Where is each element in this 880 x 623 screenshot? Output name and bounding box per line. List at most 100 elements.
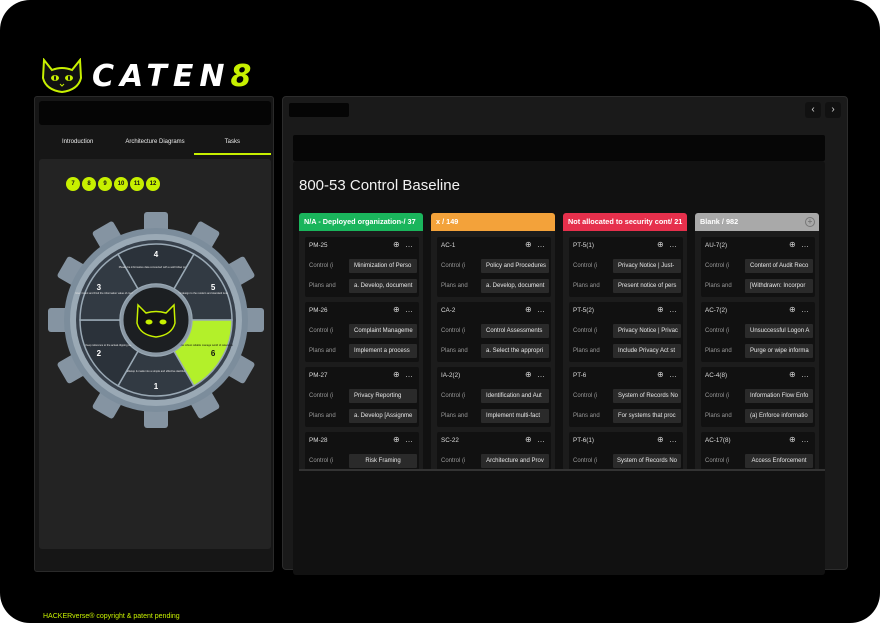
control-row: Control (i Unsuccessful Logon A: [705, 324, 813, 338]
app-window: CATEN8 Introduction Architecture Diagram…: [26, 44, 852, 620]
add-card-icon[interactable]: +: [805, 217, 815, 227]
control-card[interactable]: PT-5(2) ⊕ … Control (i Privacy Notice | Priv…: [569, 302, 683, 362]
tab-introduction[interactable]: Introduction: [39, 133, 116, 155]
plans-field[interactable]: a. Select the appropri: [481, 344, 549, 358]
window-frame: CATEN8 Introduction Architecture Diagram…: [0, 0, 880, 623]
control-name-field[interactable]: Policy and Procedures: [481, 259, 549, 273]
control-name-field[interactable]: Privacy Notice | Just-: [613, 259, 681, 273]
control-name-field[interactable]: Information Flow Enfo: [745, 389, 813, 403]
control-card[interactable]: AC-1 ⊕ … Control (i Policy and Procedures Pla…: [437, 237, 551, 297]
next-arrow-button[interactable]: ›: [825, 102, 841, 118]
control-card[interactable]: AC-4(8) ⊕ … Control (i Information Flow Enfo…: [701, 367, 815, 427]
control-card[interactable]: PM-25 ⊕ … Control (i Minimization of Perso Pl…: [305, 237, 419, 297]
more-options-icon[interactable]: …: [669, 305, 677, 314]
add-comment-icon[interactable]: ⊕: [789, 435, 796, 444]
control-card[interactable]: PM-27 ⊕ … Control (i Privacy Reporting Plans …: [305, 367, 419, 427]
plans-field[interactable]: For systems that proc: [613, 409, 681, 423]
control-card[interactable]: PM-26 ⊕ … Control (i Complaint Manageme Plans…: [305, 302, 419, 362]
control-name-field[interactable]: Architecture and Prov: [481, 454, 549, 468]
add-comment-icon[interactable]: ⊕: [789, 305, 796, 314]
control-name-field[interactable]: Minimization of Perso: [349, 259, 417, 273]
control-card[interactable]: PM-28 ⊕ … Control (i Risk Framing: [305, 432, 419, 469]
more-options-icon[interactable]: …: [801, 370, 809, 379]
control-name-field[interactable]: Unsuccessful Logon A: [745, 324, 813, 338]
add-comment-icon[interactable]: ⊕: [657, 435, 664, 444]
tab-tasks[interactable]: Tasks: [193, 133, 271, 155]
control-card[interactable]: PT-6 ⊕ … Control (i System of Records No Plan…: [569, 367, 683, 427]
step-dot[interactable]: 9: [98, 177, 112, 191]
add-comment-icon[interactable]: ⊕: [393, 240, 400, 249]
field-label: Plans and: [441, 283, 468, 289]
plans-field[interactable]: a. Develop [Assignme: [349, 409, 417, 423]
control-name-field[interactable]: Complaint Manageme: [349, 324, 417, 338]
control-card[interactable]: PT-6(1) ⊕ … Control (i System of Records No: [569, 432, 683, 469]
add-comment-icon[interactable]: ⊕: [393, 370, 400, 379]
more-options-icon[interactable]: …: [801, 240, 809, 249]
column-header[interactable]: Blank / 982 +: [695, 213, 819, 231]
control-name-field[interactable]: Privacy Notice | Privac: [613, 324, 681, 338]
more-options-icon[interactable]: …: [537, 370, 545, 379]
add-comment-icon[interactable]: ⊕: [789, 370, 796, 379]
add-comment-icon[interactable]: ⊕: [525, 370, 532, 379]
plans-field[interactable]: Include Privacy Act st: [613, 344, 681, 358]
plans-field[interactable]: Present notice of pers: [613, 279, 681, 293]
control-card[interactable]: AC-7(2) ⊕ … Control (i Unsuccessful Logon A P…: [701, 302, 815, 362]
add-comment-icon[interactable]: ⊕: [525, 305, 532, 314]
add-comment-icon[interactable]: ⊕: [789, 240, 796, 249]
plans-field[interactable]: Implement a process: [349, 344, 417, 358]
control-name-field[interactable]: Risk Framing: [349, 454, 417, 468]
segment-number: 5: [211, 283, 216, 292]
step-dot[interactable]: 10: [114, 177, 128, 191]
control-card[interactable]: AC-17(8) ⊕ … Control (i Access Enforcement: [701, 432, 815, 469]
field-label: Control (i: [573, 328, 598, 334]
add-comment-icon[interactable]: ⊕: [393, 305, 400, 314]
add-comment-icon[interactable]: ⊕: [525, 240, 532, 249]
control-name-field[interactable]: System of Records No: [613, 454, 681, 468]
control-name-field[interactable]: Control Assessments: [481, 324, 549, 338]
more-options-icon[interactable]: …: [405, 435, 413, 444]
control-card[interactable]: CA-2 ⊕ … Control (i Control Assessments Plans…: [437, 302, 551, 362]
more-options-icon[interactable]: …: [669, 435, 677, 444]
more-options-icon[interactable]: …: [537, 435, 545, 444]
more-options-icon[interactable]: …: [405, 305, 413, 314]
add-comment-icon[interactable]: ⊕: [657, 240, 664, 249]
plans-field[interactable]: [Withdrawn: Incorpor: [745, 279, 813, 293]
column-header[interactable]: N/A - Deployed organization-/ 37: [299, 213, 423, 231]
field-label: Control (i: [309, 328, 334, 334]
more-options-icon[interactable]: …: [405, 240, 413, 249]
more-options-icon[interactable]: …: [801, 435, 809, 444]
plans-field[interactable]: Purge or wipe informa: [745, 344, 813, 358]
plans-field[interactable]: Implement multi-fact: [481, 409, 549, 423]
control-name-field[interactable]: Privacy Reporting: [349, 389, 417, 403]
prev-arrow-button[interactable]: ‹: [805, 102, 821, 118]
control-card[interactable]: AU-7(2) ⊕ … Control (i Content of Audit Reco…: [701, 237, 815, 297]
more-options-icon[interactable]: …: [669, 240, 677, 249]
control-name-field[interactable]: System of Records No: [613, 389, 681, 403]
plans-field[interactable]: (a) Enforce informatio: [745, 409, 813, 423]
step-dot[interactable]: 8: [82, 177, 96, 191]
column-header[interactable]: Not allocated to security cont/ 21: [563, 213, 687, 231]
step-dot[interactable]: 12: [146, 177, 160, 191]
control-name-field[interactable]: Access Enforcement: [745, 454, 813, 468]
add-comment-icon[interactable]: ⊕: [525, 435, 532, 444]
plans-field[interactable]: a. Develop, document: [349, 279, 417, 293]
column-header[interactable]: x / 149: [431, 213, 555, 231]
more-options-icon[interactable]: …: [537, 240, 545, 249]
plans-field[interactable]: a. Develop, document: [481, 279, 549, 293]
more-options-icon[interactable]: …: [669, 370, 677, 379]
right-top-tab[interactable]: [289, 103, 349, 117]
control-card[interactable]: IA-2(2) ⊕ … Control (i Identification and Au…: [437, 367, 551, 427]
tab-architecture-diagrams[interactable]: Architecture Diagrams: [116, 133, 193, 155]
more-options-icon[interactable]: …: [405, 370, 413, 379]
add-comment-icon[interactable]: ⊕: [657, 370, 664, 379]
more-options-icon[interactable]: …: [801, 305, 809, 314]
control-card[interactable]: PT-5(1) ⊕ … Control (i Privacy Notice | Just…: [569, 237, 683, 297]
add-comment-icon[interactable]: ⊕: [393, 435, 400, 444]
control-name-field[interactable]: Identification and Aut: [481, 389, 549, 403]
control-name-field[interactable]: Content of Audit Reco: [745, 259, 813, 273]
add-comment-icon[interactable]: ⊕: [657, 305, 664, 314]
control-card[interactable]: SC-22 ⊕ … Control (i Architecture and Prov: [437, 432, 551, 469]
step-dot[interactable]: 11: [130, 177, 144, 191]
step-dot[interactable]: 7: [66, 177, 80, 191]
more-options-icon[interactable]: …: [537, 305, 545, 314]
